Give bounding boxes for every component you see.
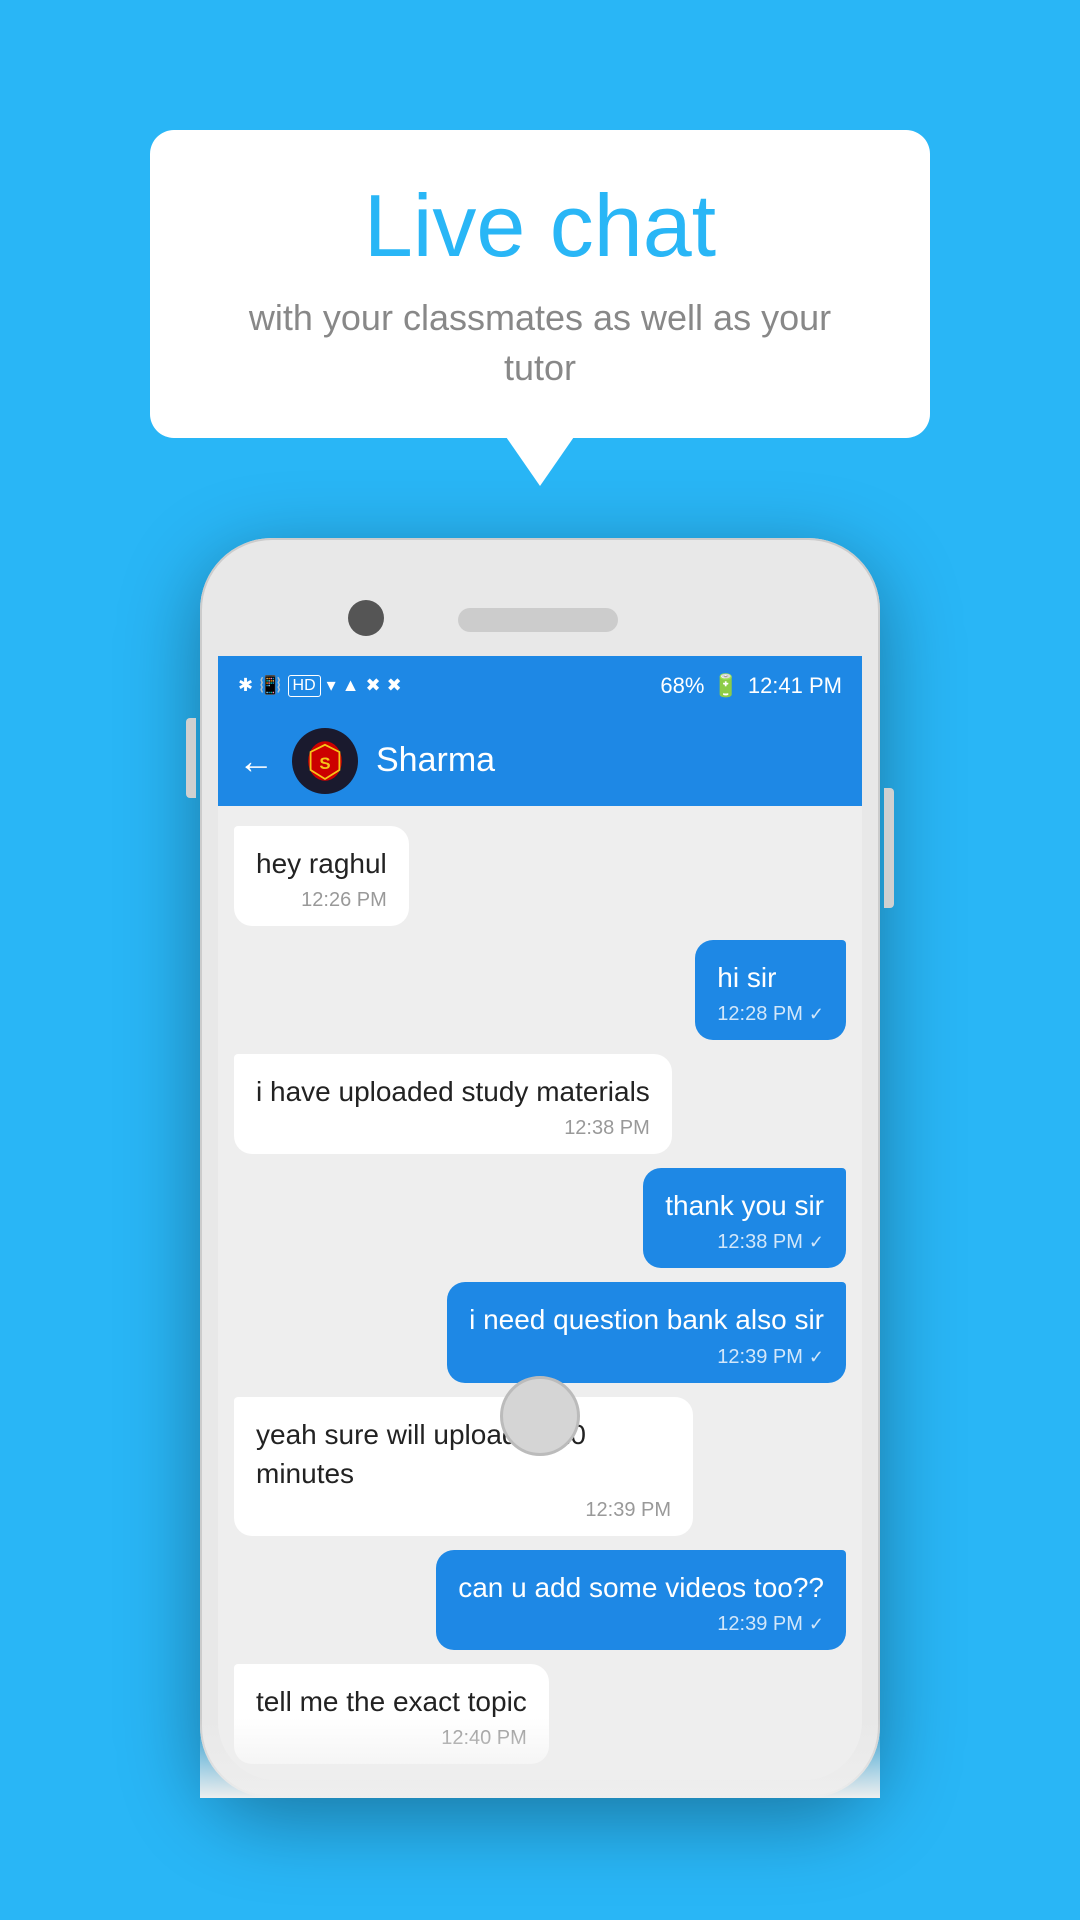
home-button[interactable] — [500, 1376, 580, 1456]
signal-icon: ▲ — [342, 675, 360, 696]
wifi-icon: ▾ — [327, 675, 336, 696]
bubble-subtitle: with your classmates as well as your tut… — [210, 293, 870, 394]
phone-screen: ✱ 📳 HD ▾ ▲ ✖ ✖ 68% 🔋 12:41 PM — [218, 556, 862, 1780]
message-time: 12:39 PM — [585, 1499, 671, 1522]
message-time: 12:39 PM — [717, 1613, 803, 1636]
message-meta: 12:40 PM — [256, 1727, 527, 1750]
back-button[interactable]: ← — [238, 740, 274, 782]
svg-text:S: S — [319, 753, 330, 772]
hd-icon: HD — [288, 675, 321, 697]
message-bubble: can u add some videos too?? 12:39 PM ✓ — [436, 1550, 846, 1650]
message-bubble: hey raghul 12:26 PM — [234, 826, 409, 926]
message-bubble: i have uploaded study materials 12:38 PM — [234, 1054, 672, 1154]
read-receipt-icon: ✓ — [809, 1232, 824, 1253]
message-meta: 12:39 PM ✓ — [469, 1346, 824, 1369]
read-receipt-icon: ✓ — [809, 1614, 824, 1635]
battery-icon: 🔋 — [712, 673, 739, 699]
status-icons-right: 68% 🔋 12:41 PM — [660, 673, 842, 699]
clock: 12:41 PM — [748, 673, 842, 699]
message-time: 12:38 PM — [717, 1231, 803, 1254]
battery-percent: 68% — [660, 673, 704, 699]
chat-messages: hey raghul 12:26 PM hi sir 12:28 PM ✓ i have … — [218, 806, 862, 1780]
status-icons-left: ✱ 📳 HD ▾ ▲ ✖ ✖ — [238, 675, 402, 697]
message-time: 12:40 PM — [441, 1727, 527, 1750]
phone-outer: ✱ 📳 HD ▾ ▲ ✖ ✖ 68% 🔋 12:41 PM — [200, 538, 880, 1798]
message-bubble: i need question bank also sir 12:39 PM ✓ — [447, 1282, 846, 1382]
message-text: hi sir — [717, 958, 824, 997]
message-text: yeah sure will upload in 10 minutes — [256, 1415, 671, 1493]
earpiece — [458, 608, 618, 632]
contact-name: Sharma — [376, 741, 495, 780]
speech-bubble: Live chat with your classmates as well a… — [150, 130, 930, 438]
bluetooth-icon: ✱ — [238, 675, 253, 696]
message-meta: 12:38 PM — [256, 1117, 650, 1140]
read-receipt-icon: ✓ — [809, 1004, 824, 1025]
side-button-right — [884, 788, 894, 908]
phone-mockup: ✱ 📳 HD ▾ ▲ ✖ ✖ 68% 🔋 12:41 PM — [200, 538, 880, 1798]
avatar-icon: S — [304, 740, 346, 782]
message-meta: 12:39 PM ✓ — [458, 1613, 824, 1636]
bubble-title: Live chat — [210, 178, 870, 275]
message-text: i need question bank also sir — [469, 1300, 824, 1339]
message-meta: 12:39 PM — [256, 1499, 671, 1522]
side-button-left — [186, 718, 196, 798]
message-meta: 12:26 PM — [256, 889, 387, 912]
front-camera — [348, 600, 384, 636]
message-text: tell me the exact topic — [256, 1682, 527, 1721]
message-meta: 12:28 PM ✓ — [717, 1003, 824, 1026]
message-text: can u add some videos too?? — [458, 1568, 824, 1607]
avatar: S — [292, 728, 358, 794]
sim2-icon: ✖ — [387, 675, 402, 696]
message-bubble: thank you sir 12:38 PM ✓ — [643, 1168, 846, 1268]
message-meta: 12:38 PM ✓ — [665, 1231, 824, 1254]
message-time: 12:28 PM — [717, 1003, 803, 1026]
message-bubble: yeah sure will upload in 10 minutes 12:39… — [234, 1397, 693, 1536]
message-text: i have uploaded study materials — [256, 1072, 650, 1111]
message-text: thank you sir — [665, 1186, 824, 1225]
message-bubble: tell me the exact topic 12:40 PM — [234, 1664, 549, 1764]
vibrate-icon: 📳 — [259, 675, 281, 696]
chat-header: ← S Sharma — [218, 716, 862, 806]
message-time: 12:38 PM — [564, 1117, 650, 1140]
message-time: 12:26 PM — [301, 889, 387, 912]
message-time: 12:39 PM — [717, 1346, 803, 1369]
chat-screen: ✱ 📳 HD ▾ ▲ ✖ ✖ 68% 🔋 12:41 PM — [218, 656, 862, 1780]
status-bar: ✱ 📳 HD ▾ ▲ ✖ ✖ 68% 🔋 12:41 PM — [218, 656, 862, 716]
read-receipt-icon: ✓ — [809, 1347, 824, 1368]
message-bubble: hi sir 12:28 PM ✓ — [695, 940, 846, 1040]
sim-icon: ✖ — [366, 675, 381, 696]
message-text: hey raghul — [256, 844, 387, 883]
